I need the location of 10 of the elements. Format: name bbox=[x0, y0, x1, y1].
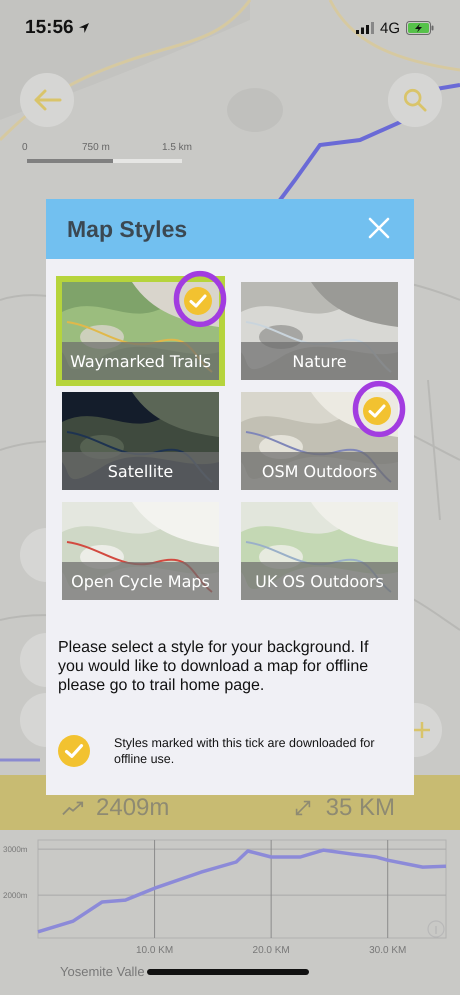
stat-value: 35 KM bbox=[326, 794, 395, 822]
axis-label: 2000m bbox=[3, 891, 28, 900]
axis-label: 10.0 KM bbox=[136, 945, 174, 956]
axis-label: 20.0 KM bbox=[252, 945, 290, 956]
axis-label: 3000m bbox=[3, 845, 28, 854]
route-name: Yosemite Valle bbox=[60, 964, 145, 979]
axis-label: 30.0 KM bbox=[369, 945, 406, 956]
stat-value: 2409m bbox=[96, 794, 170, 822]
info-icon[interactable] bbox=[427, 920, 445, 938]
trend-up-icon bbox=[62, 800, 84, 816]
